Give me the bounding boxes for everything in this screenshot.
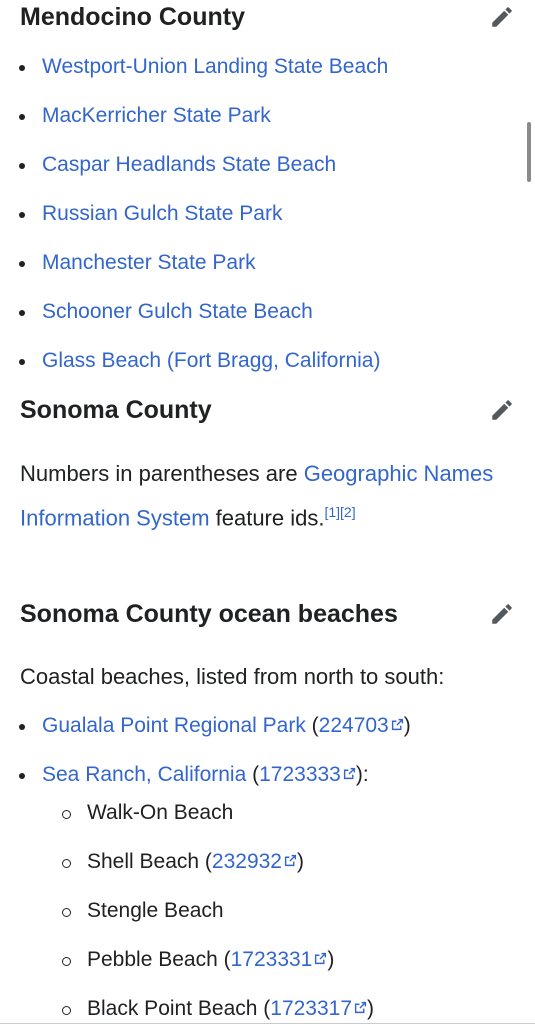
glass-beach-link[interactable]: Glass Beach (Fort Bragg, California) <box>42 347 380 375</box>
walk-on-beach: Walk-On Beach <box>87 800 234 824</box>
external-link-icon <box>315 952 327 964</box>
sonoma-section-heading: Sonoma County <box>20 393 517 427</box>
list-item: Westport-Union Landing State Beach <box>0 42 535 91</box>
gnis-note-suffix: feature ids. <box>209 505 325 531</box>
external-link-icon <box>391 718 403 730</box>
shell-beach: Shell Beach <box>87 849 200 873</box>
external-link-icon <box>354 1001 367 1013</box>
list-item: Stengle Beach <box>0 886 535 935</box>
pebble-beach-gnis-id: 1723331 <box>230 947 313 971</box>
gualala-point-link[interactable]: Gualala Point Regional Park <box>42 712 306 740</box>
edit-mendocino-pencil-icon[interactable] <box>487 2 517 32</box>
external-link-icon <box>284 854 297 866</box>
shell-beach-gnis-link[interactable]: 232932 <box>212 850 297 874</box>
list-item: Russian Gulch State Park <box>0 189 535 238</box>
russian-gulch-link[interactable]: Russian Gulch State Park <box>42 200 282 228</box>
pebble-beach-gnis-link[interactable]: 1723331 <box>231 948 328 972</box>
sonoma-beaches-heading-text: Sonoma County ocean beaches <box>20 599 398 628</box>
shell-beach-gnis-id: 232932 <box>211 849 282 873</box>
westport-union-link[interactable]: Westport-Union Landing State Beach <box>42 53 388 81</box>
mendocino-heading-text: Mendocino County <box>20 2 245 31</box>
sonoma-beaches-section-heading: Sonoma County ocean beaches <box>20 597 517 631</box>
edit-sonoma-beaches-pencil-icon[interactable] <box>487 599 517 629</box>
edit-sonoma-pencil-icon[interactable] <box>487 395 517 425</box>
list-item: Black Point Beach (1723317) <box>0 984 535 1033</box>
list-item: Walk-On Beach <box>0 788 535 837</box>
external-link-icon <box>343 767 355 779</box>
black-point-gnis-link[interactable]: 1723317 <box>270 997 367 1021</box>
mackerricher-link[interactable]: MacKerricher State Park <box>42 102 271 130</box>
reference-2-link[interactable]: [2] <box>340 504 356 520</box>
list-item: Shell Beach (232932) <box>0 837 535 886</box>
mendocino-section-heading: Mendocino County <box>20 0 517 34</box>
gualala-gnis-link[interactable]: 224703 <box>319 712 404 740</box>
list-item: MacKerricher State Park <box>0 91 535 140</box>
scrollbar[interactable] <box>527 122 531 182</box>
manchester-link[interactable]: Manchester State Park <box>42 249 256 277</box>
mendocino-list: Westport-Union Landing State Beach MacKe… <box>0 42 535 385</box>
gnis-note-prefix: Numbers in parentheses are <box>20 461 304 486</box>
black-point-gnis-id: 1723317 <box>270 996 353 1020</box>
list-item: Gualala Point Regional Park (224703) <box>0 701 535 750</box>
schooner-gulch-link[interactable]: Schooner Gulch State Beach <box>42 298 313 326</box>
sea-ranch-sublist: Walk-On Beach Shell Beach (232932) Steng… <box>0 788 535 1033</box>
sonoma-heading-text: Sonoma County <box>20 395 212 424</box>
sonoma-beaches-list: Gualala Point Regional Park (224703) Sea… <box>0 701 535 799</box>
stengle-beach: Stengle Beach <box>87 898 224 922</box>
beaches-intro: Coastal beaches, listed from north to so… <box>20 664 445 689</box>
list-item: Manchester State Park <box>0 238 535 287</box>
gnis-note: Numbers in parentheses are Geographic Na… <box>20 454 505 537</box>
sea-ranch-gnis-id: 1723333 <box>259 762 341 786</box>
sea-ranch-link[interactable]: Sea Ranch, California <box>42 761 246 789</box>
reference-1-link[interactable]: [1] <box>324 504 340 520</box>
pebble-beach: Pebble Beach <box>87 947 218 971</box>
sea-ranch-gnis-link[interactable]: 1723333 <box>259 761 356 789</box>
list-item: Pebble Beach (1723331) <box>0 935 535 984</box>
list-item: Schooner Gulch State Beach <box>0 287 535 336</box>
list-item: Caspar Headlands State Beach <box>0 140 535 189</box>
caspar-headlands-link[interactable]: Caspar Headlands State Beach <box>42 151 336 179</box>
list-item: Glass Beach (Fort Bragg, California) <box>0 336 535 385</box>
black-point-beach: Black Point Beach <box>87 996 258 1020</box>
gualala-gnis-id: 224703 <box>318 713 389 737</box>
